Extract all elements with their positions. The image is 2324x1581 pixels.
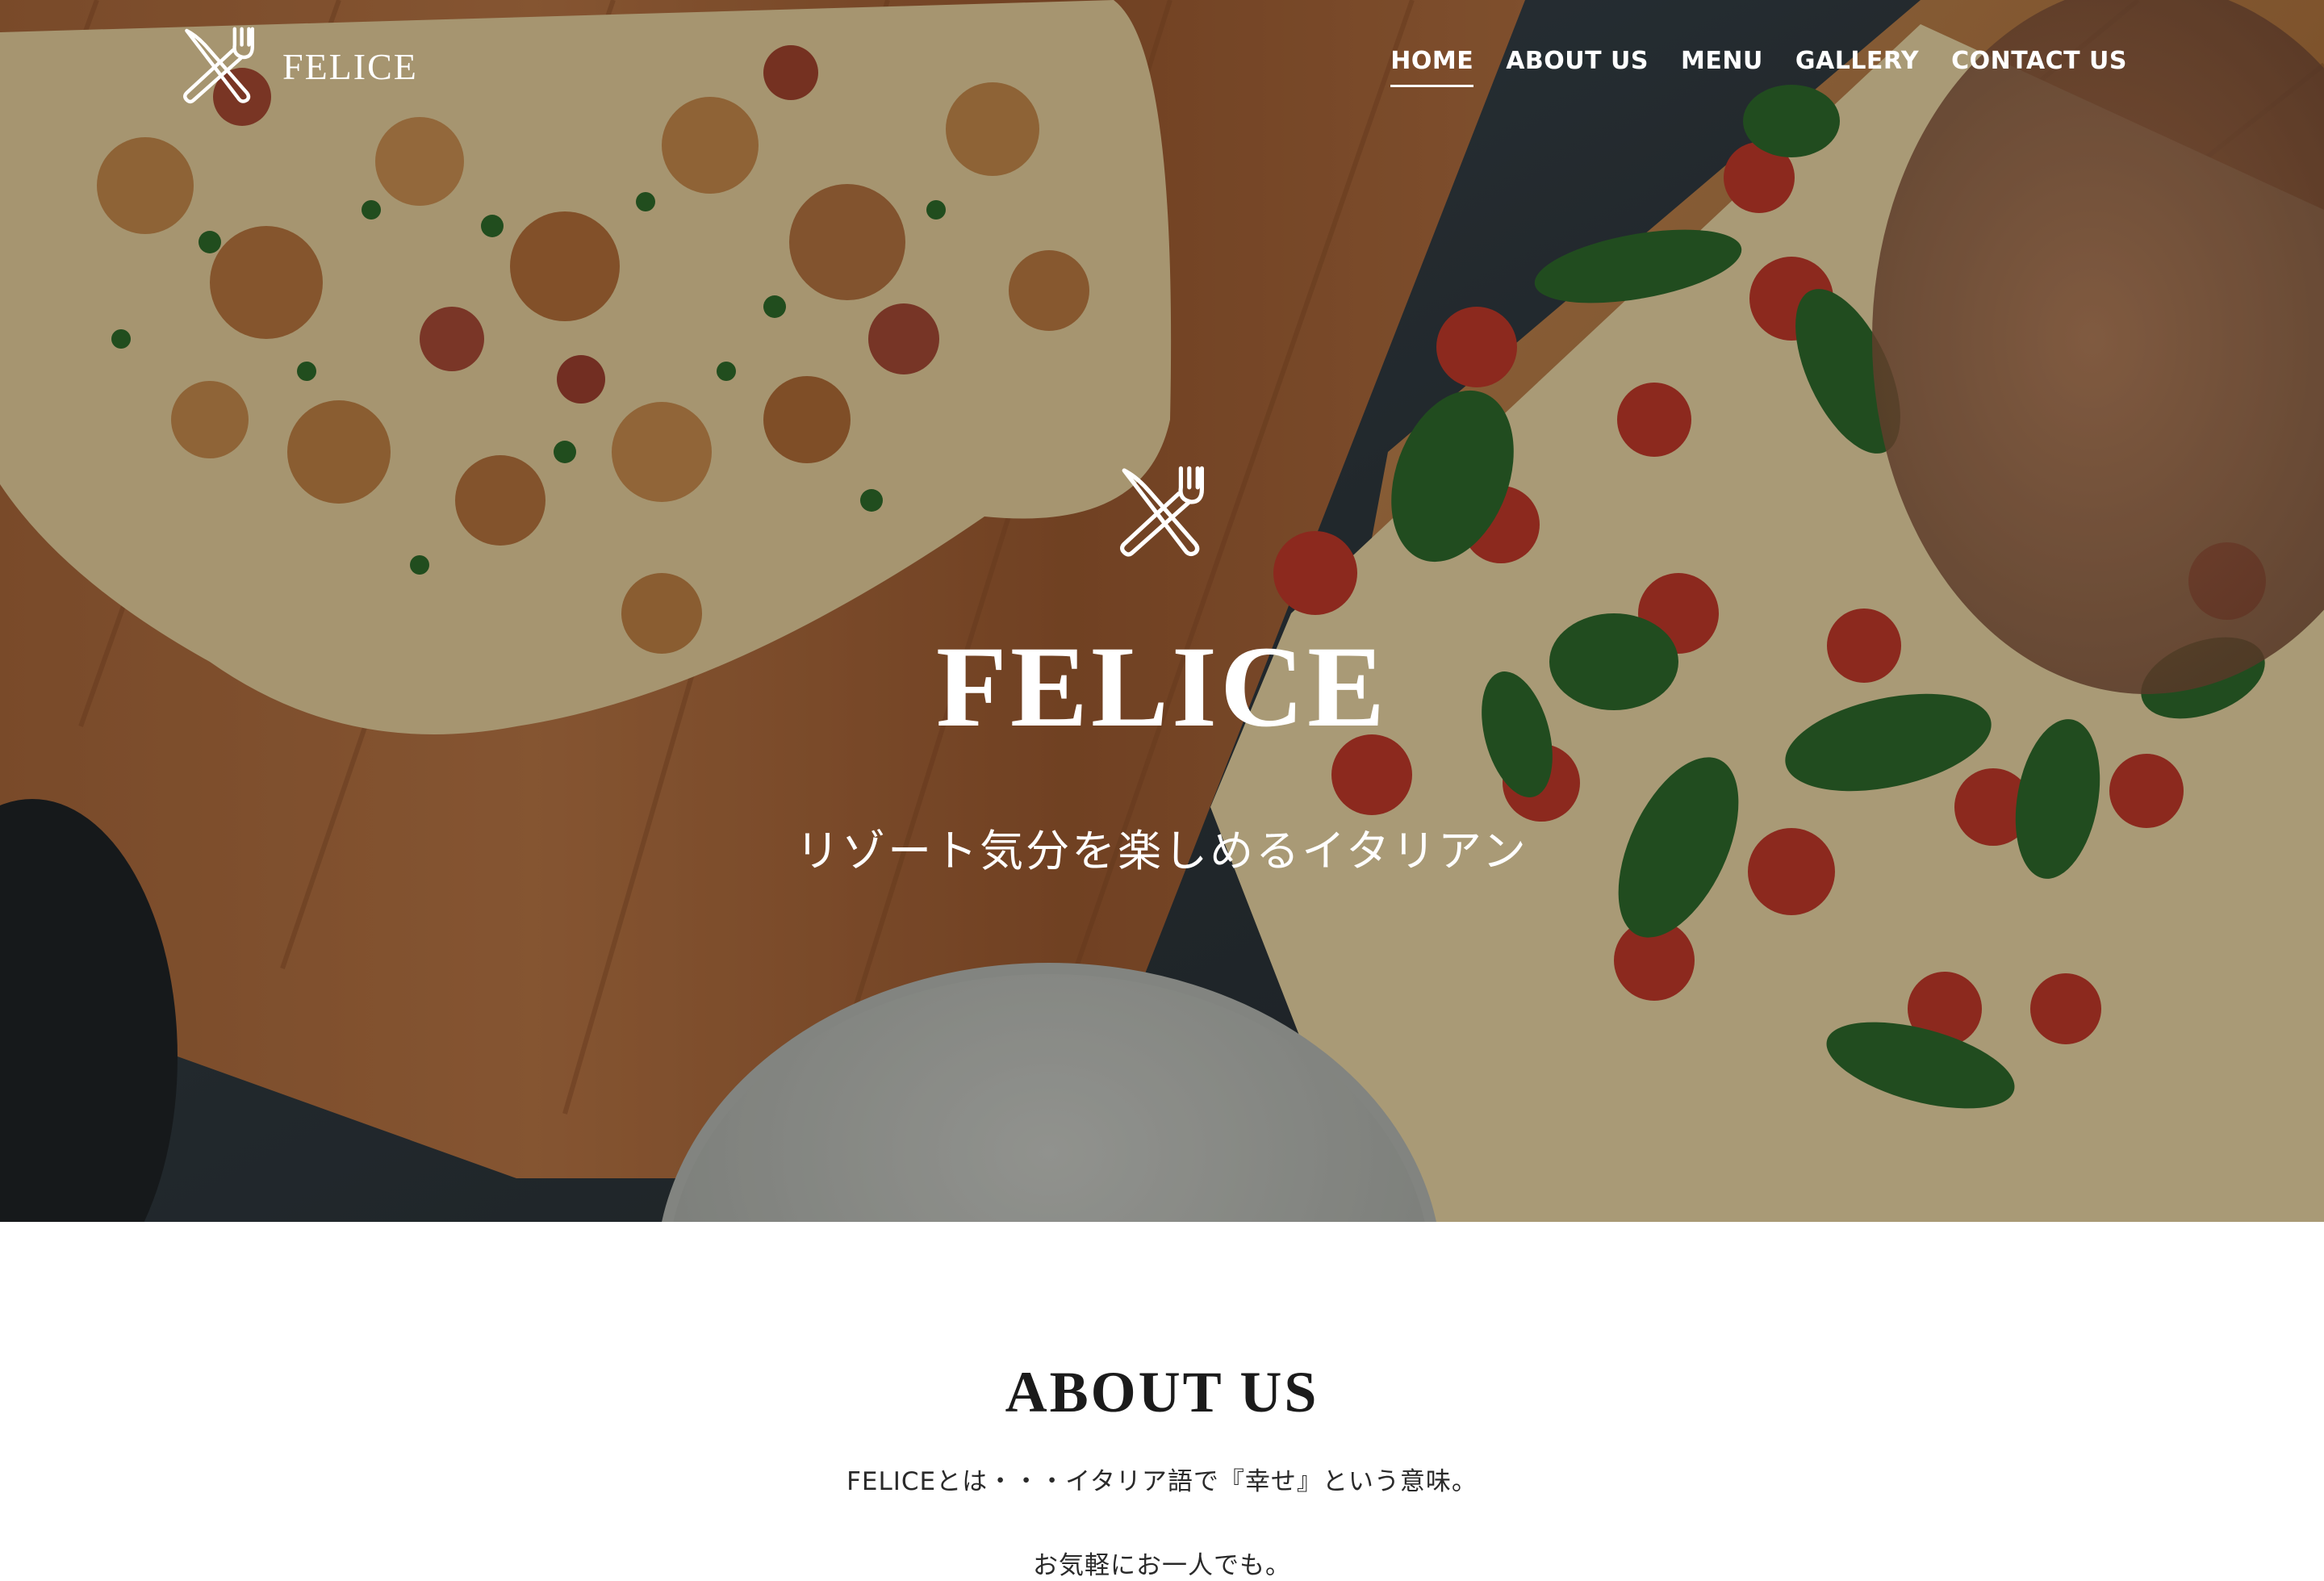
hero-content: FELICE リゾート気分を楽しめるイタリアン [0, 460, 2324, 879]
nav-about-us[interactable]: ABOUT US [1506, 47, 1649, 87]
hero-section: FELICE HOME ABOUT US MENU GALLERY CONTAC… [0, 0, 2324, 1222]
nav-gallery[interactable]: GALLERY [1795, 47, 1919, 87]
nav-contact-us[interactable]: CONTACT US [1951, 47, 2127, 87]
site-header: FELICE HOME ABOUT US MENU GALLERY CONTAC… [0, 0, 2324, 137]
fork-knife-icon [1120, 466, 1204, 557]
fork-knife-icon [183, 27, 254, 104]
main-nav: HOME ABOUT US MENU GALLERY CONTACT US [1390, 47, 2127, 87]
brand-name: FELICE [282, 45, 418, 87]
hero-title: FELICE [935, 623, 1389, 751]
nav-menu[interactable]: MENU [1681, 47, 1763, 87]
hero-tagline: リゾート気分を楽しめるイタリアン [796, 826, 1528, 876]
about-text-line-2: お気軽にお一人でも。 [1033, 1551, 1291, 1580]
about-title: ABOUT US [1005, 1360, 1319, 1424]
nav-home[interactable]: HOME [1390, 47, 1474, 87]
about-text-line-1: FELICEとは・・・イタリア語で『幸せ』という意味。 [846, 1467, 1478, 1496]
about-section: ABOUT US FELICEとは・・・イタリア語で『幸せ』という意味。 お気軽… [0, 1222, 2324, 1580]
brand-logo-link[interactable]: FELICE [174, 21, 418, 111]
